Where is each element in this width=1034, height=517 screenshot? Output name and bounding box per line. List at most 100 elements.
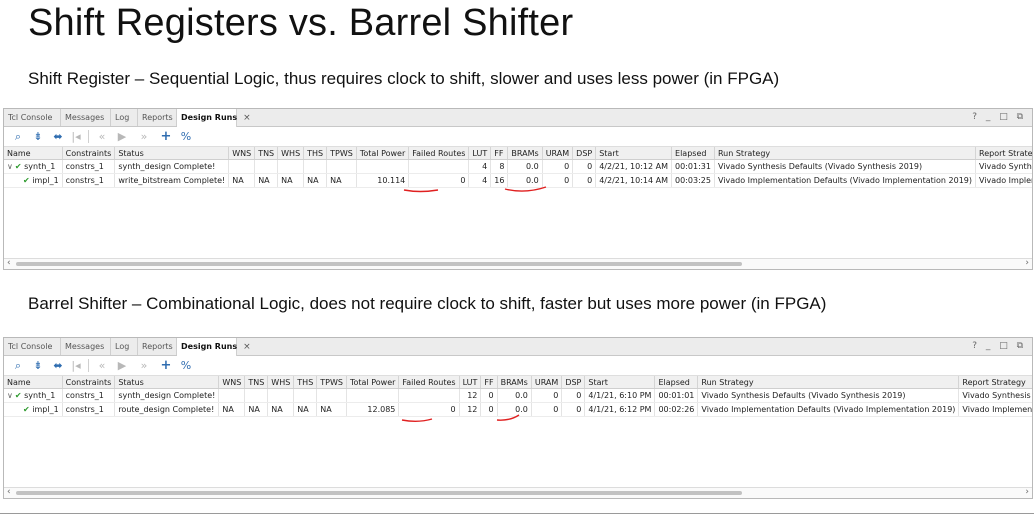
column-header[interactable]: FF — [480, 376, 498, 389]
first-icon[interactable]: |◂ — [68, 129, 84, 144]
column-header[interactable]: Status — [114, 376, 220, 389]
cell-ths: NA — [293, 402, 318, 417]
run-name: impl_1 — [32, 405, 59, 414]
table-row-impl[interactable]: ✔ impl_1 constrs_1 route_design Complete! N… — [4, 402, 1032, 417]
column-header[interactable]: Status — [114, 147, 230, 160]
close-icon[interactable]: × — [243, 342, 251, 352]
column-header[interactable]: Name — [4, 376, 63, 389]
column-header[interactable]: Elapsed — [671, 147, 715, 160]
tab-label: Log — [115, 113, 130, 122]
cell-failed: 0 — [398, 402, 460, 417]
run-icon[interactable]: ▶ — [114, 358, 130, 373]
horizontal-scrollbar[interactable]: ‹ › — [4, 258, 1032, 269]
column-header[interactable]: Failed Routes — [398, 376, 460, 389]
column-header[interactable]: LUT — [459, 376, 482, 389]
collapse-all-icon[interactable]: ⇟ — [30, 129, 46, 144]
column-header[interactable]: Constraints — [62, 147, 116, 160]
column-header[interactable]: Start — [595, 147, 673, 160]
column-header[interactable]: THS — [303, 147, 328, 160]
expand-all-icon[interactable]: ⬌ — [50, 358, 66, 373]
column-header[interactable]: BRAMs — [507, 147, 543, 160]
column-header[interactable]: Total Power — [346, 376, 400, 389]
percent-icon[interactable]: % — [178, 358, 194, 373]
column-header[interactable]: TNS — [244, 376, 269, 389]
scroll-right-icon[interactable]: › — [1025, 487, 1029, 497]
column-header[interactable]: Failed Routes — [408, 147, 470, 160]
tab-log[interactable]: Log — [111, 338, 138, 355]
scrollbar-thumb[interactable] — [16, 491, 742, 495]
cell-ff: 8 — [490, 159, 509, 174]
column-header[interactable]: URAM — [542, 147, 574, 160]
column-header[interactable]: Run Strategy — [714, 147, 977, 160]
column-header[interactable]: Constraints — [62, 376, 116, 389]
close-icon[interactable]: × — [243, 113, 251, 123]
column-header[interactable]: Start — [584, 376, 656, 389]
cell-start: 4/2/21, 10:12 AM — [595, 159, 673, 174]
tab-design-runs[interactable]: Design Runs × — [177, 338, 251, 356]
tab-log[interactable]: Log — [111, 109, 138, 126]
cell-power — [356, 159, 410, 174]
column-header[interactable]: Name — [4, 147, 63, 160]
horizontal-scrollbar[interactable]: ‹ › — [4, 487, 1032, 498]
column-header[interactable]: DSP — [561, 376, 586, 389]
scroll-left-icon[interactable]: ‹ — [7, 258, 11, 268]
collapse-all-icon[interactable]: ⇟ — [30, 358, 46, 373]
scroll-right-icon[interactable]: › — [1025, 258, 1029, 268]
last-icon[interactable]: » — [136, 358, 152, 373]
percent-icon[interactable]: % — [178, 129, 194, 144]
scrollbar-thumb[interactable] — [16, 262, 742, 266]
cell-wns: NA — [228, 173, 256, 188]
column-header[interactable]: Report Strategy — [975, 147, 1032, 160]
column-header[interactable]: TNS — [254, 147, 279, 160]
search-icon[interactable]: ⌕ — [10, 129, 26, 144]
toolbar: ⌕ ⇟ ⬌ |◂ « ▶ » +% — [4, 127, 1032, 147]
column-header[interactable]: DSP — [572, 147, 597, 160]
column-header[interactable]: WHS — [277, 147, 305, 160]
last-icon[interactable]: » — [136, 129, 152, 144]
column-header[interactable]: LUT — [468, 147, 492, 160]
table-row-synth[interactable]: ∨ ✔ synth_1 constrs_1 synth_design Complete… — [4, 159, 1032, 174]
column-header[interactable]: Total Power — [356, 147, 410, 160]
tab-messages[interactable]: Messages — [61, 338, 111, 355]
add-icon[interactable]: + — [158, 129, 174, 144]
column-header[interactable]: WNS — [218, 376, 246, 389]
table-row-impl[interactable]: ✔ impl_1 constrs_1 write_bitstream Complet… — [4, 173, 1032, 188]
column-header[interactable]: TPWS — [326, 147, 357, 160]
tab-tcl-console[interactable]: Tcl Console — [4, 338, 61, 355]
cell-name: ✔ impl_1 — [4, 173, 63, 188]
window-controls[interactable]: ? _ □ ⧉ — [972, 338, 1026, 355]
window-controls[interactable]: ? _ □ ⧉ — [972, 109, 1026, 126]
column-header[interactable]: WHS — [267, 376, 295, 389]
tab-reports[interactable]: Reports — [138, 338, 177, 355]
tab-messages[interactable]: Messages — [61, 109, 111, 126]
previous-icon[interactable]: « — [94, 129, 110, 144]
tab-label: Reports — [142, 342, 173, 351]
cell-strategy: Vivado Synthesis Defaults (Vivado Synthe… — [697, 388, 960, 403]
tab-tcl-console[interactable]: Tcl Console — [4, 109, 61, 126]
run-icon[interactable]: ▶ — [114, 129, 130, 144]
cell-whs — [277, 159, 305, 174]
cell-tns: NA — [254, 173, 279, 188]
run-name: synth_1 — [24, 162, 56, 171]
column-header[interactable]: WNS — [228, 147, 256, 160]
column-header[interactable]: URAM — [531, 376, 563, 389]
cell-strategy: Vivado Implementation Defaults (Vivado I… — [697, 402, 960, 417]
tab-reports[interactable]: Reports — [138, 109, 177, 126]
expand-all-icon[interactable]: ⬌ — [50, 129, 66, 144]
column-header[interactable]: Report Strategy — [958, 376, 1032, 389]
tab-design-runs[interactable]: Design Runs × — [177, 109, 251, 127]
column-header[interactable]: FF — [490, 147, 509, 160]
column-header[interactable]: Run Strategy — [697, 376, 960, 389]
table-row-synth[interactable]: ∨ ✔ synth_1 constrs_1 synth_design Complete… — [4, 388, 1032, 403]
column-header[interactable]: Elapsed — [654, 376, 699, 389]
add-icon[interactable]: + — [158, 358, 174, 373]
first-icon[interactable]: |◂ — [68, 358, 84, 373]
scroll-left-icon[interactable]: ‹ — [7, 487, 11, 497]
column-header[interactable]: THS — [293, 376, 318, 389]
column-header[interactable]: TPWS — [316, 376, 347, 389]
chevron-down-icon[interactable]: ∨ — [7, 391, 13, 400]
previous-icon[interactable]: « — [94, 358, 110, 373]
search-icon[interactable]: ⌕ — [10, 358, 26, 373]
column-header[interactable]: BRAMs — [497, 376, 532, 389]
chevron-down-icon[interactable]: ∨ — [7, 162, 13, 171]
